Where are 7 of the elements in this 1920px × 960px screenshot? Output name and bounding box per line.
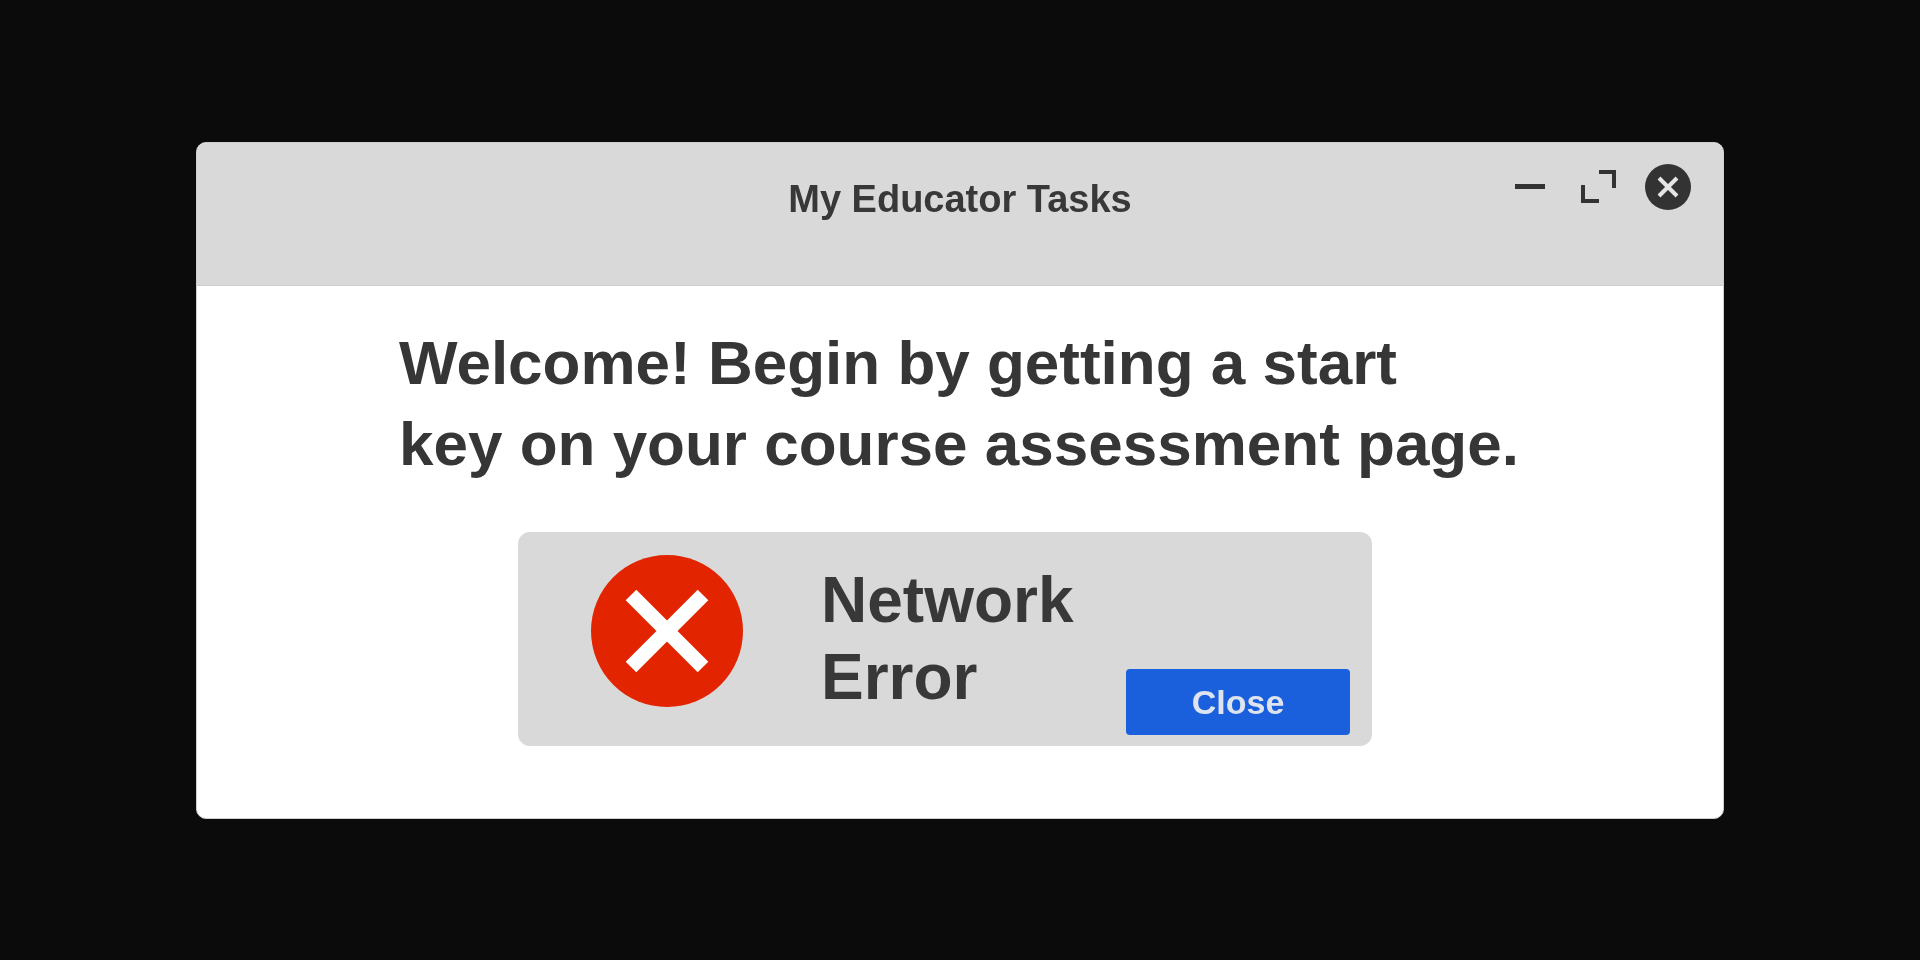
maximize-icon[interactable] [1581,170,1616,203]
close-button[interactable]: Close [1126,668,1350,735]
welcome-message: Welcome! Begin by getting a start key on your course assessment page. [399,326,1519,480]
close-icon[interactable] [1645,163,1691,210]
window-title: My Educator Tasks [788,176,1132,221]
error-message: Network Error [821,562,1075,715]
error-icon [591,554,743,707]
